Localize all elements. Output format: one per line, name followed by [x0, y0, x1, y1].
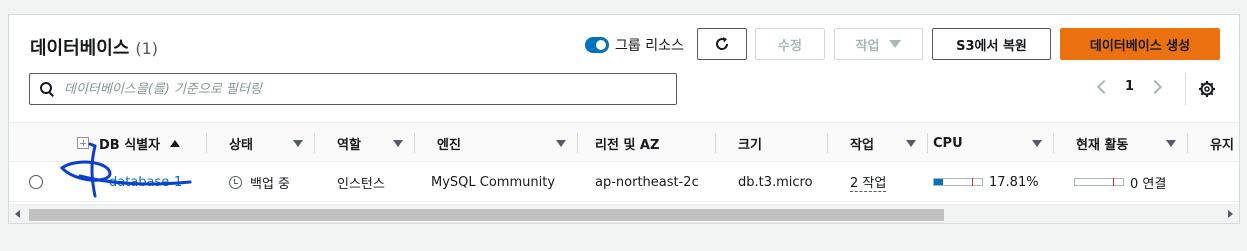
col-label: 유지	[1210, 137, 1234, 153]
col-maintenance[interactable]: 유지	[1188, 123, 1239, 163]
database-count: (1)	[135, 39, 159, 58]
actions-button[interactable]: 작업	[834, 28, 923, 60]
size-cell: db.t3.micro	[738, 162, 813, 202]
engine-cell: MySQL Community	[431, 162, 555, 202]
status-cell: 백업 중	[229, 162, 290, 202]
search-icon	[40, 82, 54, 96]
activity-text: 0 연결	[1130, 176, 1167, 192]
filter-search[interactable]	[29, 73, 677, 105]
row-select-cell	[29, 162, 43, 202]
col-label: CPU	[933, 135, 963, 151]
col-size[interactable]: 크기	[716, 123, 828, 163]
activity-threshold-marker	[1113, 178, 1114, 186]
sort-icon	[1032, 139, 1042, 147]
role-text: 인스턴스	[337, 176, 385, 192]
clock-icon	[229, 175, 242, 189]
col-cpu[interactable]: CPU	[928, 123, 1054, 163]
group-resources-label: 그룹 리소스	[615, 38, 684, 54]
refresh-button[interactable]	[697, 28, 747, 60]
col-label: 리전 및 AZ	[595, 137, 660, 153]
prev-page-icon[interactable]	[1096, 79, 1112, 94]
panel-header: 데이터베이스 (1)	[30, 34, 158, 60]
status-text: 백업 중	[250, 176, 291, 192]
col-status[interactable]: 상태	[207, 123, 315, 163]
engine-text: MySQL Community	[431, 174, 556, 190]
gear-icon[interactable]	[1198, 80, 1216, 98]
col-label: 상태	[229, 137, 253, 153]
col-label: DB 식별자	[99, 137, 161, 153]
refresh-icon	[716, 37, 729, 50]
db-identifier-link[interactable]: database-1	[109, 175, 182, 190]
col-role[interactable]: 역할	[315, 123, 415, 163]
cpu-usage-fill	[934, 179, 943, 185]
sort-asc-icon	[170, 139, 181, 147]
col-label: 엔진	[437, 137, 461, 153]
col-db-identifier[interactable]: DB 식별자	[77, 123, 207, 163]
col-actions[interactable]: 작업	[828, 123, 928, 163]
col-label: 작업	[850, 137, 874, 153]
col-engine[interactable]: 엔진	[415, 123, 578, 163]
toggle-switch[interactable]	[585, 37, 609, 53]
next-page-icon[interactable]	[1147, 79, 1163, 94]
scroll-right-icon[interactable]	[1228, 210, 1233, 218]
activity-cell: 0 연결	[1074, 162, 1166, 202]
region-cell: ap-northeast-2c	[595, 162, 699, 202]
table-row[interactable]: database-1 백업 중 인스턴스 MySQL Community ap-…	[9, 162, 1239, 202]
databases-panel: 데이터베이스 (1) 그룹 리소스 수정 작업 S3에서 복원 데이터베이스 생…	[8, 14, 1240, 224]
sort-icon	[393, 139, 403, 147]
db-identifier-cell: database-1	[109, 162, 182, 202]
col-region-az[interactable]: 리전 및 AZ	[578, 123, 716, 163]
sort-icon	[556, 139, 566, 147]
sort-icon	[1166, 139, 1176, 147]
group-resources-toggle[interactable]: 그룹 리소스	[585, 35, 684, 55]
cpu-cell: 17.81%	[933, 162, 1039, 202]
role-cell: 인스턴스	[337, 162, 385, 202]
actions-cell: 2 작업	[850, 162, 887, 202]
activity-bar	[1074, 178, 1124, 186]
sort-icon	[293, 139, 303, 147]
table-header: DB 식별자 상태 역할 엔진 리전 및 AZ 크기 작업 CPU 현재 활동 …	[9, 122, 1239, 163]
page-number[interactable]: 1	[1125, 79, 1134, 94]
expand-icon[interactable]	[77, 137, 89, 149]
scrollbar-thumb[interactable]	[29, 209, 944, 221]
col-label: 크기	[738, 137, 762, 153]
pagination: 1	[1096, 79, 1163, 94]
col-label: 현재 활동	[1076, 137, 1129, 153]
region-text: ap-northeast-2c	[595, 174, 699, 190]
create-database-button[interactable]: 데이터베이스 생성	[1060, 28, 1220, 60]
cpu-threshold-marker	[972, 178, 973, 186]
pager-divider	[1185, 73, 1186, 105]
size-text: db.t3.micro	[738, 174, 813, 190]
restore-from-s3-button[interactable]: S3에서 복원	[932, 28, 1051, 60]
actions-count-link[interactable]: 2 작업	[850, 172, 887, 192]
caret-down-icon	[889, 40, 902, 48]
scroll-left-icon[interactable]	[15, 210, 20, 218]
actions-label: 작업	[855, 38, 880, 54]
row-select-radio[interactable]	[29, 175, 43, 189]
page-title: 데이터베이스	[30, 38, 130, 59]
edit-button[interactable]: 수정	[755, 28, 825, 60]
col-label: 역할	[337, 137, 361, 153]
cpu-text: 17.81%	[989, 174, 1039, 190]
col-current-activity[interactable]: 현재 활동	[1054, 123, 1188, 163]
search-input[interactable]	[64, 81, 676, 97]
horizontal-scrollbar[interactable]	[9, 204, 1239, 223]
cpu-usage-bar	[933, 178, 983, 186]
sort-icon	[906, 139, 916, 147]
